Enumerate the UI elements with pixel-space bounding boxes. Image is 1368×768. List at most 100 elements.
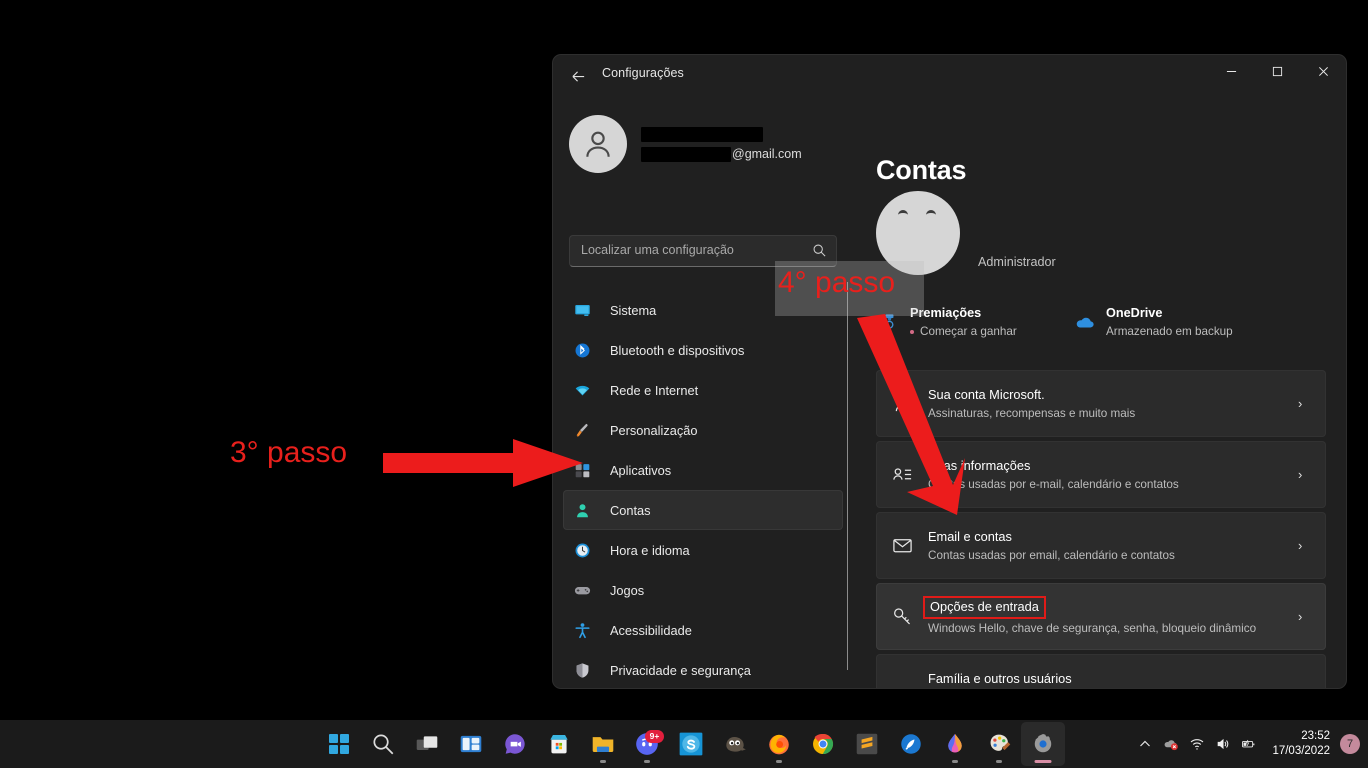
back-arrow-icon[interactable]: [563, 61, 593, 91]
running-indicator: [600, 760, 606, 763]
shield-icon: [573, 661, 591, 679]
user-avatar-icon: [569, 115, 627, 173]
sidebar-item-label: Jogos: [610, 582, 645, 598]
sidebar-item-label: Hora e idioma: [610, 542, 690, 558]
search-icon: [370, 731, 396, 757]
skype-icon: [678, 731, 704, 757]
mail-icon: [886, 535, 918, 556]
search-input[interactable]: [570, 236, 813, 264]
key-icon: [886, 606, 918, 627]
settings-button[interactable]: [1021, 722, 1065, 766]
skype-button[interactable]: [669, 722, 713, 766]
onedrive-title: OneDrive: [1106, 306, 1163, 320]
card-subtitle: Contas usadas por email, calendário e co…: [928, 549, 1175, 562]
running-indicator: [1034, 760, 1052, 763]
card-subtitle: Contas usadas por e-mail, calendário e c…: [928, 478, 1179, 491]
gimp-icon: [722, 731, 748, 757]
account-role: Administrador: [978, 255, 1056, 269]
microsoft-store-button[interactable]: [537, 722, 581, 766]
gear-icon: [1030, 731, 1056, 757]
minimize-button[interactable]: [1208, 55, 1254, 87]
window-controls: [1208, 55, 1346, 95]
clock-time: 23:52: [1301, 730, 1330, 742]
discord-button[interactable]: 9+: [625, 722, 669, 766]
firefox-button[interactable]: [757, 722, 801, 766]
step4-label: 4° passo: [778, 266, 896, 299]
chevron-right-icon: ›: [1298, 609, 1303, 624]
sublime-text-button[interactable]: [845, 722, 889, 766]
chat-button[interactable]: [493, 722, 537, 766]
notification-badge[interactable]: 7: [1340, 734, 1360, 754]
widgets-icon: [458, 731, 484, 757]
widgets-button[interactable]: [449, 722, 493, 766]
paint-3d-button[interactable]: [889, 722, 933, 766]
card-subtitle: Assinaturas, recompensas e muito mais: [928, 407, 1136, 420]
sidebar-item-label: Aplicativos: [610, 462, 672, 478]
account-name-redacted: [641, 126, 763, 142]
sidebar-item-label: Bluetooth e dispositivos: [610, 342, 745, 358]
battery-icon[interactable]: [1236, 720, 1262, 768]
sidebar-item-bluetooth-e-dispositivos[interactable]: Bluetooth e dispositivos: [563, 330, 843, 370]
sidebar-item-jogos[interactable]: Jogos: [563, 570, 843, 610]
folder-icon: [590, 731, 616, 757]
settings-sidebar: @gmail.com Sistema Bluetooth e dispositiv…: [553, 95, 853, 688]
window-titlebar: Configurações: [553, 55, 1346, 95]
maximize-button[interactable]: [1254, 55, 1300, 87]
chrome-button[interactable]: [801, 722, 845, 766]
sidebar-item-label: Rede e Internet: [610, 382, 699, 398]
bluetooth-icon: [573, 341, 591, 359]
settings-card-op-es-de-entrada[interactable]: Opções de entrada Windows Hello, chave de…: [876, 583, 1326, 650]
start-button[interactable]: [317, 722, 361, 766]
sidebar-item-label: Contas: [610, 502, 651, 518]
person-icon: [573, 501, 591, 519]
settings-card-email-e-contas[interactable]: Email e contas Contas usadas por email, c…: [876, 512, 1326, 579]
taskbar-badge: 9+: [645, 730, 664, 743]
firefox-icon: [766, 731, 792, 757]
gimp-button[interactable]: [713, 722, 757, 766]
file-explorer-button[interactable]: [581, 722, 625, 766]
step4-arrow: [857, 314, 965, 515]
chevron-right-icon: ›: [1298, 538, 1303, 553]
account-email-redacted: [641, 146, 731, 162]
account-summary[interactable]: @gmail.com: [569, 115, 802, 173]
paint-palette-icon: [986, 731, 1012, 757]
chevron-right-icon: ›: [1298, 467, 1303, 482]
task-view-button[interactable]: [405, 722, 449, 766]
onedrive-error-icon[interactable]: [1158, 720, 1184, 768]
card-title: Opções de entrada: [923, 595, 1046, 619]
account-email-domain: @gmail.com: [732, 147, 802, 161]
onedrive-link[interactable]: OneDrive Armazenado em backup: [1072, 306, 1233, 338]
chevron-up-icon[interactable]: [1132, 720, 1158, 768]
chrome-icon: [810, 731, 836, 757]
sublime-text-icon: [854, 731, 880, 757]
running-indicator: [644, 760, 650, 763]
page-title: Contas: [876, 155, 967, 185]
water-drop-app-button[interactable]: [933, 722, 977, 766]
sidebar-item-label: Sistema: [610, 302, 657, 318]
sidebar-item-acessibilidade[interactable]: Acessibilidade: [563, 610, 843, 650]
taskbar-clock[interactable]: 23:52 17/03/2022: [1272, 729, 1330, 759]
sidebar-item-aplicativos[interactable]: Aplicativos: [563, 450, 843, 490]
search-icon: [813, 244, 826, 257]
sidebar-item-rede-e-internet[interactable]: Rede e Internet: [563, 370, 843, 410]
sidebar-item-label: Acessibilidade: [610, 622, 692, 638]
system-tray: 23:52 17/03/2022 7: [1132, 720, 1360, 768]
settings-card-fam-lia-e-outros-usu-rios[interactable]: Família e outros usuáriosAcesso do dispo…: [876, 654, 1326, 688]
card-subtitle: Windows Hello, chave de segurança, senha…: [928, 621, 1257, 635]
close-button[interactable]: [1300, 55, 1346, 87]
sidebar-item-hora-e-idioma[interactable]: Hora e idioma: [563, 530, 843, 570]
running-indicator: [776, 760, 782, 763]
window-title: Configurações: [602, 66, 684, 80]
wifi-icon[interactable]: [1184, 720, 1210, 768]
paint-button[interactable]: [977, 722, 1021, 766]
onedrive-sub: Armazenado em backup: [1106, 325, 1233, 338]
sidebar-item-privacidade-e-seguran-a[interactable]: Privacidade e segurança: [563, 650, 843, 688]
sidebar-item-contas[interactable]: Contas: [563, 490, 843, 530]
speaker-icon[interactable]: [1210, 720, 1236, 768]
search-button[interactable]: [361, 722, 405, 766]
accessibility-icon: [573, 621, 591, 639]
sidebar-item-label: Personalização: [610, 422, 698, 438]
sidebar-item-personaliza-o[interactable]: Personalização: [563, 410, 843, 450]
family-users-icon: [886, 685, 918, 688]
sidebar-nav: Sistema Bluetooth e dispositivos Rede e In…: [563, 290, 843, 688]
